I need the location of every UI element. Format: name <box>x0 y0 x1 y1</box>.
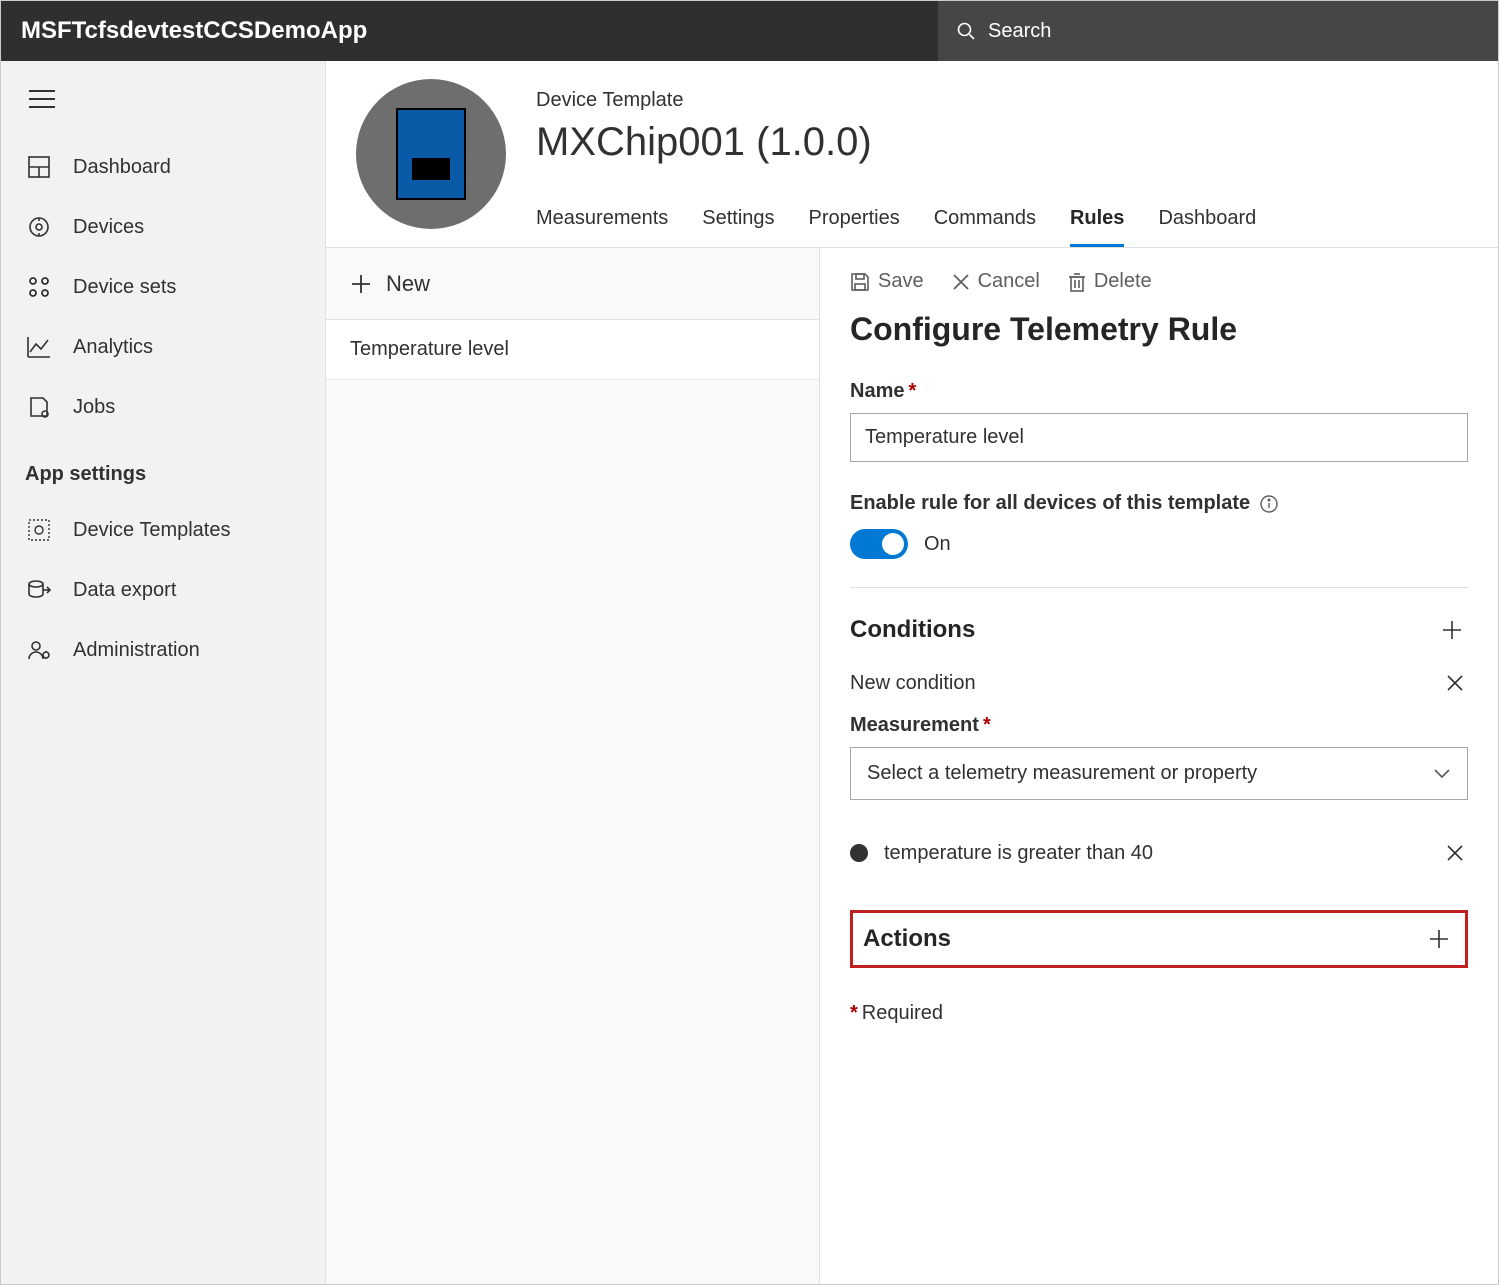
template-title: MXChip001 (1.0.0) <box>536 120 1480 165</box>
delete-icon <box>1068 272 1086 292</box>
plus-icon <box>1440 618 1464 642</box>
required-note: *Required <box>850 1002 1468 1025</box>
detail-toolbar: Save Cancel Delete <box>850 270 1468 293</box>
sidebar-item-label: Analytics <box>73 336 153 359</box>
measurement-label: Measurement* <box>850 714 1468 737</box>
app-root: MSFTcfsdevtestCCSDemoApp Search <box>0 0 1499 1285</box>
data-export-icon <box>25 578 53 602</box>
sidebar-item-label: Administration <box>73 639 200 662</box>
sidebar-item-device-templates[interactable]: Device Templates <box>1 500 325 560</box>
sidebar-item-administration[interactable]: Administration <box>1 620 325 680</box>
required-star: * <box>983 714 991 736</box>
conditions-heading: Conditions <box>850 616 975 644</box>
name-input[interactable] <box>850 413 1468 462</box>
sidebar-item-dashboard[interactable]: Dashboard <box>1 137 325 197</box>
divider <box>850 587 1468 588</box>
device-chip-icon <box>396 108 466 200</box>
tab-properties[interactable]: Properties <box>809 197 900 247</box>
sidebar-item-label: Dashboard <box>73 156 171 179</box>
required-star: * <box>908 380 916 402</box>
sidebar-item-label: Data export <box>73 579 176 602</box>
rule-row-label: Temperature level <box>350 338 509 360</box>
new-rule-button[interactable]: New <box>326 248 819 320</box>
dashboard-icon <box>25 155 53 179</box>
sidebar-item-analytics[interactable]: Analytics <box>1 317 325 377</box>
new-condition-label: New condition <box>850 672 976 695</box>
new-rule-label: New <box>386 271 430 297</box>
search-placeholder: Search <box>988 20 1051 43</box>
search-box[interactable]: Search <box>938 1 1498 61</box>
delete-button[interactable]: Delete <box>1068 270 1152 293</box>
actions-heading: Actions <box>863 925 951 953</box>
sidebar-item-jobs[interactable]: Jobs <box>1 377 325 437</box>
save-button[interactable]: Save <box>850 270 924 293</box>
sidebar-item-label: Jobs <box>73 396 115 419</box>
remove-condition-button[interactable] <box>1442 840 1468 866</box>
close-icon <box>1446 844 1464 862</box>
sidebar-item-label: Device sets <box>73 276 176 299</box>
close-icon <box>1446 674 1464 692</box>
sidebar-item-label: Devices <box>73 216 144 239</box>
condition-text: temperature is greater than 40 <box>884 842 1153 865</box>
main-content: Device Template MXChip001 (1.0.0) Measur… <box>326 61 1498 1284</box>
template-header: Device Template MXChip001 (1.0.0) Measur… <box>326 61 1498 248</box>
add-action-button[interactable] <box>1423 923 1455 955</box>
status-dot-icon <box>850 844 868 862</box>
tab-dashboard[interactable]: Dashboard <box>1158 197 1256 247</box>
enable-rule-label: Enable rule for all devices of this temp… <box>850 492 1468 515</box>
actions-section-header: Actions <box>850 910 1468 968</box>
template-label: Device Template <box>536 89 1480 112</box>
new-condition-row: New condition <box>850 670 1468 696</box>
enable-rule-toggle[interactable] <box>850 529 908 559</box>
tab-measurements[interactable]: Measurements <box>536 197 668 247</box>
rule-row[interactable]: Temperature level <box>326 320 819 380</box>
rule-detail-pane: Save Cancel Delete <box>820 248 1498 1284</box>
rules-list-pane: New Temperature level <box>326 248 820 1284</box>
top-bar: MSFTcfsdevtestCCSDemoApp Search <box>1 1 1498 61</box>
condition-row: temperature is greater than 40 <box>850 840 1468 866</box>
sidebar-item-devices[interactable]: Devices <box>1 197 325 257</box>
add-condition-button[interactable] <box>1436 614 1468 646</box>
device-sets-icon <box>25 275 53 299</box>
sidebar-item-data-export[interactable]: Data export <box>1 560 325 620</box>
info-icon[interactable] <box>1260 495 1278 513</box>
name-label: Name* <box>850 380 1468 403</box>
device-avatar <box>356 79 506 229</box>
administration-icon <box>25 638 53 662</box>
template-tabs: Measurements Settings Properties Command… <box>536 197 1480 247</box>
jobs-icon <box>25 395 53 419</box>
hamburger-button[interactable] <box>1 75 325 137</box>
tab-rules[interactable]: Rules <box>1070 197 1124 247</box>
plus-icon <box>1427 927 1451 951</box>
device-templates-icon <box>25 518 53 542</box>
sidebar-item-label: Device Templates <box>73 519 230 542</box>
plus-icon <box>350 273 372 295</box>
conditions-section-header: Conditions <box>850 614 1468 646</box>
sidebar-item-device-sets[interactable]: Device sets <box>1 257 325 317</box>
analytics-icon <box>25 335 53 359</box>
save-icon <box>850 272 870 292</box>
sidebar: Dashboard Devices Device sets <box>1 61 326 1284</box>
close-icon <box>952 273 970 291</box>
devices-icon <box>25 215 53 239</box>
tab-settings[interactable]: Settings <box>702 197 774 247</box>
cancel-button[interactable]: Cancel <box>952 270 1040 293</box>
app-title: MSFTcfsdevtestCCSDemoApp <box>1 17 367 45</box>
sidebar-section-app-settings: App settings <box>1 437 325 500</box>
remove-new-condition-button[interactable] <box>1442 670 1468 696</box>
tab-commands[interactable]: Commands <box>934 197 1036 247</box>
toggle-state-label: On <box>924 533 951 556</box>
chevron-down-icon <box>1433 768 1451 780</box>
measurement-placeholder: Select a telemetry measurement or proper… <box>867 762 1257 785</box>
search-icon <box>956 21 976 41</box>
detail-title: Configure Telemetry Rule <box>850 311 1468 348</box>
measurement-select[interactable]: Select a telemetry measurement or proper… <box>850 747 1468 800</box>
